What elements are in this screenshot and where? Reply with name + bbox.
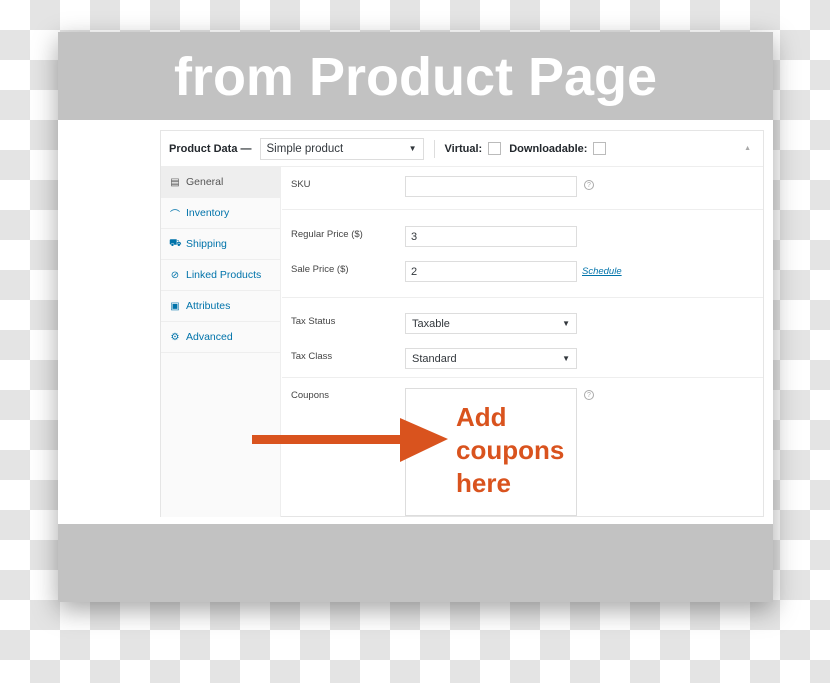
tax-class-label: Tax Class [291,351,333,362]
inventory-icon: ⌒ [170,209,180,221]
annotation-text: Add coupons here [456,401,564,500]
product-type-select[interactable]: Simple product ▼ [259,137,424,160]
product-data-header: Product Data — Simple product ▼ Virtual: … [161,131,763,167]
link-icon: ⊘ [170,269,180,281]
tab-label: General [186,176,224,188]
tab-advanced[interactable]: ⚙ Advanced [161,322,280,353]
virtual-checkbox[interactable] [488,142,502,155]
tax-status-label: Tax Status [291,316,336,327]
tab-label: Attributes [186,300,231,312]
annotation-line: coupons [456,435,565,465]
sale-price-input[interactable]: 2 [405,261,577,282]
virtual-label: Virtual: [444,142,483,155]
chevron-down-icon: ▼ [408,144,417,153]
tab-general[interactable]: ▤ General [161,167,280,198]
tax-class-select[interactable]: Standard ▼ [405,348,577,369]
sku-label: SKU [291,179,311,190]
sku-row: SKU ? [282,167,763,202]
tax-status-select[interactable]: Taxable ▼ [405,313,577,334]
product-data-panel: Product Data — Simple product ▼ Virtual: … [160,130,764,517]
regular-price-label: Regular Price ($) [291,229,363,240]
annotation-line: here [456,468,511,498]
tax-status-value: Taxable [412,317,450,330]
tab-linked-products[interactable]: ⊘ Linked Products [161,260,280,291]
sku-input[interactable] [405,176,577,197]
general-icon: ▤ [170,176,180,188]
sku-group: SKU ? [282,167,763,210]
attributes-icon: ▣ [170,300,180,312]
collapse-icon[interactable]: ▲ [744,145,751,152]
coupons-label: Coupons [291,390,330,401]
gear-icon: ⚙ [170,331,180,343]
screenshot-card: from Product Page Product Data — Simple … [58,32,773,602]
regular-price-row: Regular Price ($) 3 [282,217,763,252]
downloadable-checkbox[interactable] [593,142,607,155]
tab-label: Inventory [186,207,230,219]
tax-status-row: Tax Status Taxable ▼ [282,304,763,339]
help-icon[interactable]: ? [584,390,594,400]
tax-class-row: Tax Class Standard ▼ [282,339,763,374]
annotation-line: Add [456,402,507,432]
tab-label: Shipping [186,238,227,250]
tax-group: Tax Status Taxable ▼ Tax Class Standard ▼ [282,298,763,378]
tab-shipping[interactable]: ⛟ Shipping [161,229,280,260]
product-type-value: Simple product [266,142,344,155]
chevron-down-icon: ▼ [562,354,570,363]
help-icon[interactable]: ? [584,180,594,190]
tab-attributes[interactable]: ▣ Attributes [161,291,280,322]
price-group: Regular Price ($) 3 Sale Price ($) 2 Sch… [282,210,763,298]
tab-label: Advanced [186,331,233,343]
divider [433,139,435,158]
sale-price-label: Sale Price ($) [291,264,349,275]
chevron-down-icon: ▼ [562,319,570,328]
schedule-link[interactable]: Schedule [582,266,622,277]
downloadable-label: Downloadable: [509,142,588,155]
tab-label: Linked Products [186,269,262,281]
banner-title: from Product Page [173,47,658,107]
truck-icon: ⛟ [169,237,182,249]
arrow-icon [252,418,448,462]
tax-class-value: Standard [412,352,457,365]
regular-price-input[interactable]: 3 [405,226,577,247]
sale-price-row: Sale Price ($) 2 Schedule [282,252,763,287]
product-data-label: Product Data — [169,142,252,155]
tab-inventory[interactable]: ⌒ Inventory [161,198,280,229]
